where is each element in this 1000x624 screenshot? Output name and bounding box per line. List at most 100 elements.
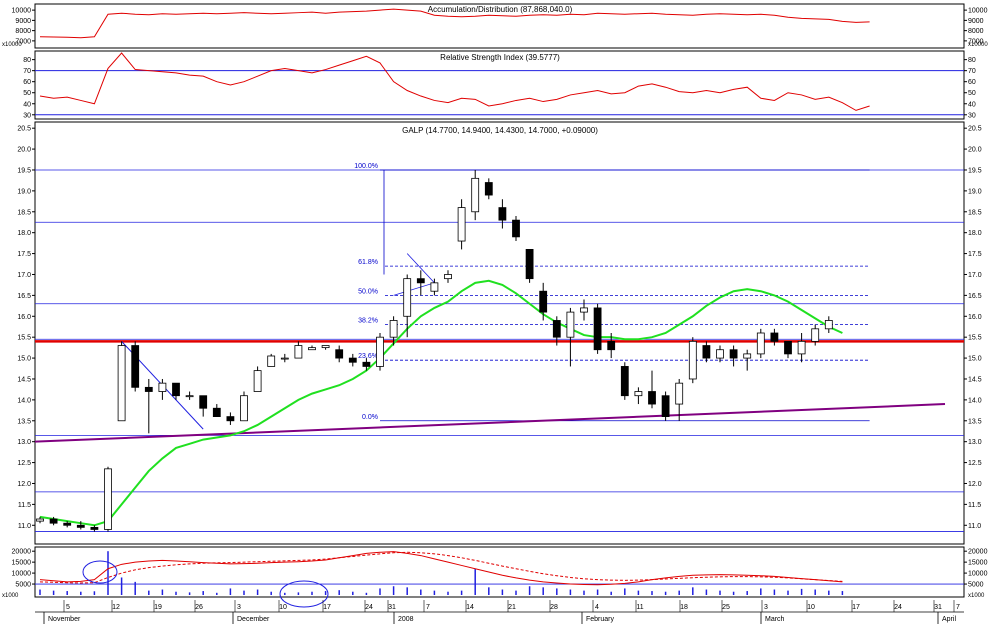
candle-body bbox=[63, 522, 72, 526]
candle-body bbox=[688, 340, 697, 380]
candle-body bbox=[430, 282, 439, 292]
price-tick-left: 19.5 bbox=[17, 167, 31, 174]
volume-tick-left: 20000 bbox=[12, 549, 32, 556]
candle-body bbox=[172, 382, 180, 397]
candle-body bbox=[117, 345, 126, 422]
price-tick-right: 18.0 bbox=[968, 230, 982, 237]
candle-body bbox=[539, 290, 548, 313]
price-tick-left: 20.0 bbox=[17, 147, 31, 154]
candle-body bbox=[308, 347, 316, 351]
candle-body bbox=[240, 395, 248, 422]
rsi-tick-left: 50 bbox=[23, 90, 31, 97]
x-axis-day-label: 19 bbox=[154, 604, 162, 611]
candle-body bbox=[212, 407, 221, 417]
fib-level-label: 23.6% bbox=[358, 353, 378, 360]
x-axis-day-label: 4 bbox=[595, 604, 599, 611]
x-axis-day-label: 5 bbox=[66, 604, 70, 611]
candle-body bbox=[702, 345, 711, 359]
rsi-tick-left: 40 bbox=[23, 101, 31, 108]
ad-tick-right: 8000 bbox=[968, 28, 984, 35]
candle-body bbox=[811, 328, 820, 342]
candle-body bbox=[90, 526, 99, 530]
x-axis-month-label: April bbox=[942, 616, 956, 623]
price-tick-right: 11.0 bbox=[968, 523, 981, 530]
ad-tick-left: 8000 bbox=[15, 28, 31, 35]
rsi-tick-right: 60 bbox=[968, 79, 976, 86]
chart-canvas: Accumulation/Distribution (87,868,040.0)… bbox=[2, 3, 988, 624]
price-tick-right: 14.5 bbox=[968, 376, 982, 383]
fib-level-label: 100.0% bbox=[354, 163, 378, 170]
fib-level-label: 0.0% bbox=[362, 414, 378, 421]
price-tick-right: 12.5 bbox=[968, 460, 982, 467]
candle-body bbox=[512, 219, 520, 238]
x-axis-day-label: 3 bbox=[764, 604, 768, 611]
x-axis-day-label: 3 bbox=[237, 604, 241, 611]
price-tick-left: 11.5 bbox=[18, 502, 31, 509]
candle-body bbox=[280, 357, 289, 360]
x-axis-day-label: 14 bbox=[466, 604, 474, 611]
x-axis-day-label: 25 bbox=[722, 604, 730, 611]
candle-body bbox=[471, 177, 480, 213]
price-tick-left: 14.5 bbox=[17, 376, 31, 383]
volume-tick-right: 20000 bbox=[968, 549, 988, 556]
candle-body bbox=[199, 395, 208, 409]
x-axis-day-label: 18 bbox=[680, 604, 688, 611]
candle-body bbox=[226, 416, 235, 422]
candle-body bbox=[335, 349, 344, 359]
rsi-tick-right: 80 bbox=[968, 57, 976, 64]
x-axis-day-label: 7 bbox=[956, 604, 960, 611]
candle-body bbox=[525, 248, 534, 280]
price-tick-right: 13.5 bbox=[968, 418, 982, 425]
price-tick-right: 11.5 bbox=[968, 502, 981, 509]
candle-body bbox=[648, 391, 656, 405]
candle-body bbox=[620, 366, 629, 397]
ad-scale-label-left: x10000 bbox=[2, 42, 22, 48]
candle-body bbox=[607, 340, 616, 351]
candle-body bbox=[784, 340, 792, 355]
price-panel: GALP (14.7700, 14.9400, 14.4300, 14.7000… bbox=[17, 121, 982, 545]
x-axis-month-label: November bbox=[48, 616, 81, 623]
price-tick-right: 20.0 bbox=[968, 147, 982, 154]
rsi-tick-left: 80 bbox=[23, 57, 31, 64]
price-tick-left: 18.0 bbox=[17, 230, 31, 237]
price-tick-right: 15.0 bbox=[968, 356, 982, 363]
x-axis-day-label: 12 bbox=[112, 604, 120, 611]
price-tick-right: 17.5 bbox=[968, 251, 982, 258]
candle-body bbox=[661, 395, 670, 418]
rsi-tick-right: 30 bbox=[968, 112, 976, 119]
rsi-tick-right: 40 bbox=[968, 101, 976, 108]
price-tick-left: 11.0 bbox=[18, 523, 31, 530]
x-axis-day-label: 31 bbox=[934, 604, 942, 611]
x-axis-day-label: 26 bbox=[195, 604, 203, 611]
price-tick-right: 14.0 bbox=[968, 397, 982, 404]
price-tick-left: 12.5 bbox=[17, 460, 31, 467]
candle-body bbox=[566, 311, 575, 338]
candle-body bbox=[253, 370, 262, 392]
rsi-tick-right: 70 bbox=[968, 68, 976, 75]
ad-panel-title: Accumulation/Distribution (87,868,040.0) bbox=[428, 5, 573, 14]
candle-body bbox=[675, 382, 684, 405]
price-tick-left: 16.5 bbox=[17, 293, 31, 300]
price-tick-left: 14.0 bbox=[17, 397, 31, 404]
candle-body bbox=[104, 468, 112, 530]
volume-tick-right: 15000 bbox=[968, 560, 988, 567]
price-tick-left: 13.0 bbox=[17, 439, 31, 446]
ad-tick-right: 10000 bbox=[968, 8, 988, 15]
price-tick-left: 17.0 bbox=[17, 272, 31, 279]
rsi-tick-right: 50 bbox=[968, 90, 976, 97]
candle-body bbox=[49, 518, 58, 524]
candle-body bbox=[580, 307, 588, 313]
candle-body bbox=[797, 340, 806, 355]
candle-body bbox=[36, 518, 44, 522]
volume-tick-left: 15000 bbox=[12, 560, 32, 567]
price-tick-right: 12.0 bbox=[968, 481, 982, 488]
volume-tick-left: 5000 bbox=[15, 582, 31, 589]
ad-tick-right: 9000 bbox=[968, 18, 984, 25]
volume-tick-right: 5000 bbox=[968, 582, 984, 589]
price-tick-left: 16.0 bbox=[17, 314, 31, 321]
x-axis-day-label: 31 bbox=[388, 604, 396, 611]
candle-body bbox=[389, 320, 398, 338]
price-tick-left: 20.5 bbox=[17, 126, 31, 133]
price-tick-right: 19.5 bbox=[968, 167, 982, 174]
candle-body bbox=[403, 278, 412, 317]
